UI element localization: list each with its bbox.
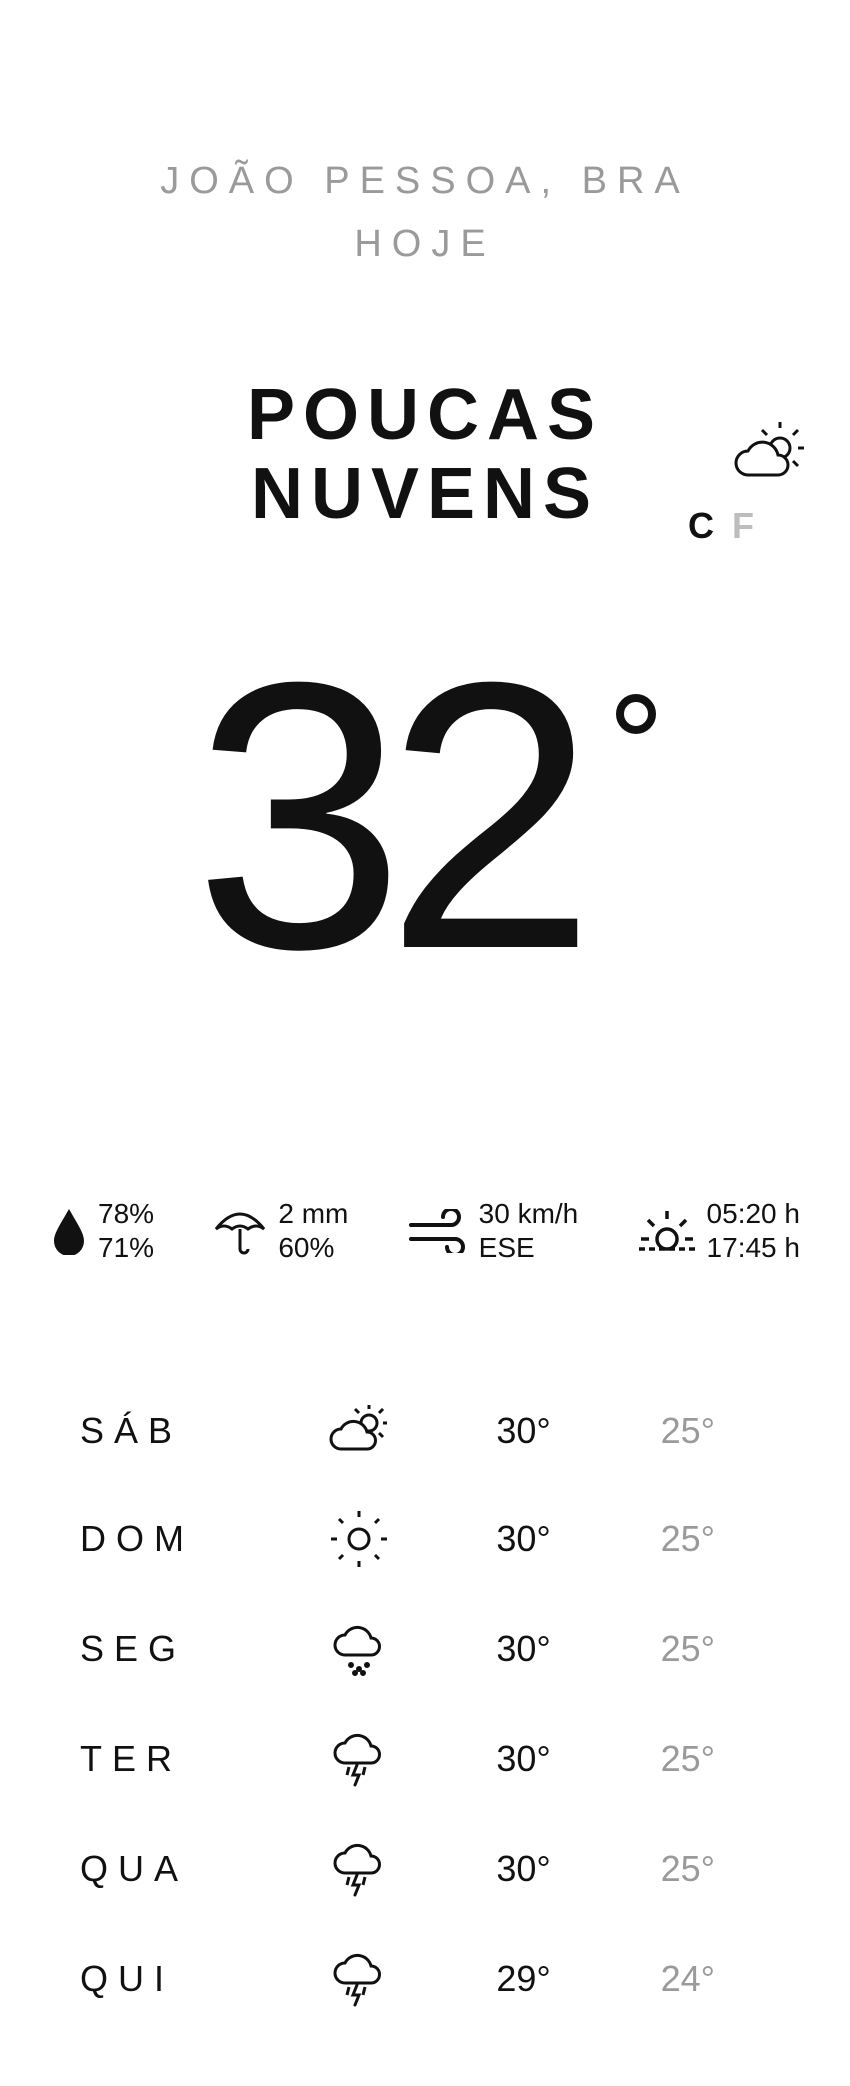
forecast-low: 25° — [606, 1518, 770, 1560]
forecast-high: 29° — [441, 1958, 605, 2000]
thunder-icon — [277, 1731, 441, 1787]
forecast-row[interactable]: SÁB 30° 25° — [80, 1405, 770, 1457]
partly-cloudy-icon — [730, 420, 810, 490]
thunder-icon — [277, 1951, 441, 2007]
humidity-bottom: 71% — [98, 1231, 154, 1265]
forecast-day: SEG — [80, 1628, 277, 1670]
umbrella-icon — [212, 1205, 268, 1257]
forecast-high: 30° — [441, 1410, 605, 1452]
today-label: HOJE — [50, 223, 800, 266]
rain-amount: 2 mm — [278, 1197, 348, 1231]
thunder-icon — [277, 1841, 441, 1897]
forecast-high: 30° — [441, 1848, 605, 1890]
degree-icon — [616, 694, 656, 734]
forecast-high: 30° — [441, 1518, 605, 1560]
forecast-low: 25° — [606, 1738, 770, 1780]
wind-speed: 30 km/h — [479, 1197, 579, 1231]
forecast-row[interactable]: DOM 30° 25° — [80, 1511, 770, 1567]
forecast-day: QUA — [80, 1848, 277, 1890]
forecast-day: DOM — [80, 1518, 277, 1560]
forecast-day: SÁB — [80, 1410, 277, 1452]
forecast-row[interactable]: SEG 30° 25° — [80, 1621, 770, 1677]
sunset-time: 17:45 h — [707, 1231, 800, 1265]
metrics-row: 78% 71% 2 mm 60% — [50, 1197, 800, 1264]
sunrise-icon — [637, 1207, 697, 1255]
wind-direction: ESE — [479, 1231, 579, 1265]
partly-cloudy-icon — [277, 1405, 441, 1457]
wind-icon — [407, 1209, 469, 1253]
current-temperature: 32 — [194, 654, 577, 977]
unit-celsius[interactable]: C — [688, 505, 720, 546]
sunny-icon — [277, 1511, 441, 1567]
forecast-row[interactable]: QUA 30° 25° — [80, 1841, 770, 1897]
forecast-day: QUI — [80, 1958, 277, 2000]
sunrise-time: 05:20 h — [707, 1197, 800, 1231]
forecast-row[interactable]: TER 30° 25° — [80, 1731, 770, 1787]
drop-icon — [50, 1207, 88, 1255]
forecast-day: TER — [80, 1738, 277, 1780]
forecast-low: 25° — [606, 1848, 770, 1890]
unit-fahrenheit[interactable]: F — [732, 505, 760, 546]
current-condition: POUCASNUVENS — [247, 376, 603, 534]
forecast-high: 30° — [441, 1738, 605, 1780]
forecast-low: 25° — [606, 1410, 770, 1452]
forecast-row[interactable]: QUI 29° 24° — [80, 1951, 770, 2007]
forecast-low: 25° — [606, 1628, 770, 1670]
location-label: JOÃO PESSOA, BRA — [50, 160, 800, 203]
humidity-top: 78% — [98, 1197, 154, 1231]
forecast-list: SÁB 30° 25° DOM — [50, 1405, 800, 2007]
forecast-high: 30° — [441, 1628, 605, 1670]
rain-icon — [277, 1621, 441, 1677]
rain-chance: 60% — [278, 1231, 348, 1265]
forecast-low: 24° — [606, 1958, 770, 2000]
